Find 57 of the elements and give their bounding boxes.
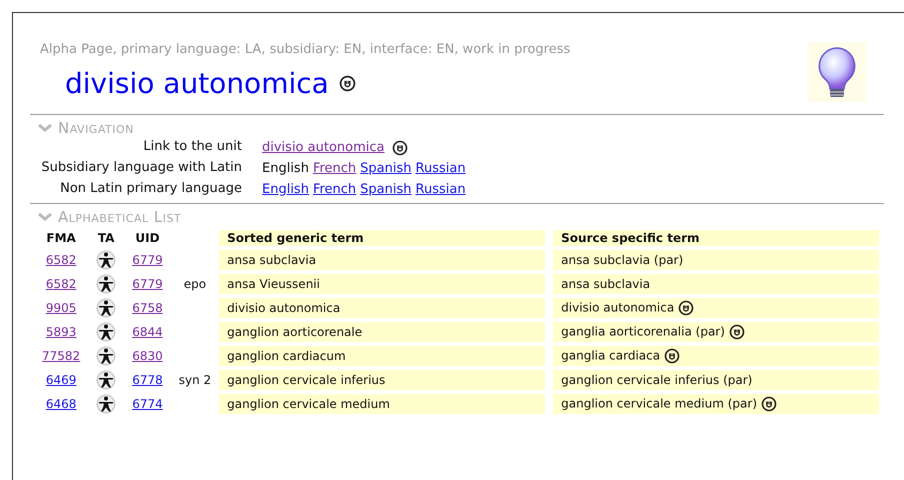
fma-link[interactable]: 6468 xyxy=(46,397,76,411)
figure-icon[interactable] xyxy=(96,394,116,414)
fma-link[interactable]: 5893 xyxy=(46,325,76,339)
uid-link[interactable]: 6830 xyxy=(132,349,163,363)
fma-link[interactable]: 77582 xyxy=(42,349,80,363)
column-header: Source specific term xyxy=(553,230,880,246)
term-note: syn 2 xyxy=(178,373,212,387)
language-link[interactable]: Spanish xyxy=(360,181,412,199)
table-cell: ganglion cervicale inferius xyxy=(219,370,546,390)
nav-label: Non Latin primary language xyxy=(59,181,242,198)
language-link[interactable]: French xyxy=(312,181,356,199)
page-title: divisio autonomica xyxy=(65,67,329,100)
language-link[interactable]: Spanish xyxy=(360,160,412,178)
figure-icon[interactable] xyxy=(96,250,116,270)
table-cell: ansa Vieussenii xyxy=(219,274,546,294)
fma-link[interactable]: 9905 xyxy=(46,301,76,315)
figure-icon[interactable] xyxy=(96,346,116,366)
uid-link[interactable]: 6774 xyxy=(132,397,163,411)
language-link[interactable]: divisio autonomica xyxy=(262,139,384,157)
fma-link[interactable]: 6469 xyxy=(46,373,76,387)
fma-link[interactable]: 6582 xyxy=(46,253,76,267)
figure-icon[interactable] xyxy=(96,298,116,318)
uid-link[interactable]: 6758 xyxy=(132,301,163,315)
uid-link[interactable]: 6779 xyxy=(132,253,163,267)
nav-label: Link to the unit xyxy=(142,139,242,156)
figure-icon[interactable] xyxy=(96,370,116,390)
table-cell: divisio autonomica xyxy=(219,298,546,318)
figure-icon[interactable] xyxy=(96,274,116,294)
table-cell: ansa subclavia xyxy=(561,277,650,291)
column-header: UID xyxy=(134,230,161,246)
column-header: TA xyxy=(96,230,116,246)
language-link[interactable]: French xyxy=(312,160,356,178)
current-language: English xyxy=(262,160,309,178)
uid-link[interactable]: 6844 xyxy=(132,325,163,339)
table-cell: ganglion cervicale medium xyxy=(219,394,546,414)
table-cell: divisio autonomica xyxy=(561,300,674,314)
table-cell: ganglia aorticorenalia (par) xyxy=(561,324,725,338)
term-status-icon xyxy=(338,75,356,92)
table-cell: ganglion cervicale inferius (par) xyxy=(561,373,752,387)
language-link[interactable]: English xyxy=(262,181,309,199)
table-cell: ansa subclavia xyxy=(219,250,546,270)
table-cell: ganglion cervicale medium (par) xyxy=(561,396,758,410)
page-subtitle: Alpha Page, primary language: LA, subsidiary: EN, interface: EN, work in progress xyxy=(40,42,570,57)
table-cell: ganglion cardiacum xyxy=(219,346,546,366)
table-cell: ganglion aorticorenale xyxy=(219,322,546,342)
uid-link[interactable]: 6778 xyxy=(132,373,163,387)
language-link[interactable]: Russian xyxy=(416,181,466,199)
uid-link[interactable]: 6779 xyxy=(132,277,163,291)
table-cell: ganglia cardiaca xyxy=(561,348,660,362)
nav-label: Subsidiary language with Latin xyxy=(40,160,242,177)
table-cell: ansa subclavia (par) xyxy=(561,253,684,267)
column-header: Sorted generic term xyxy=(219,230,546,246)
figure-icon[interactable] xyxy=(96,322,116,342)
column-header: FMA xyxy=(45,230,77,246)
fma-link[interactable]: 6582 xyxy=(46,277,76,291)
term-note: epo xyxy=(184,277,206,291)
language-link[interactable]: Russian xyxy=(416,160,466,178)
